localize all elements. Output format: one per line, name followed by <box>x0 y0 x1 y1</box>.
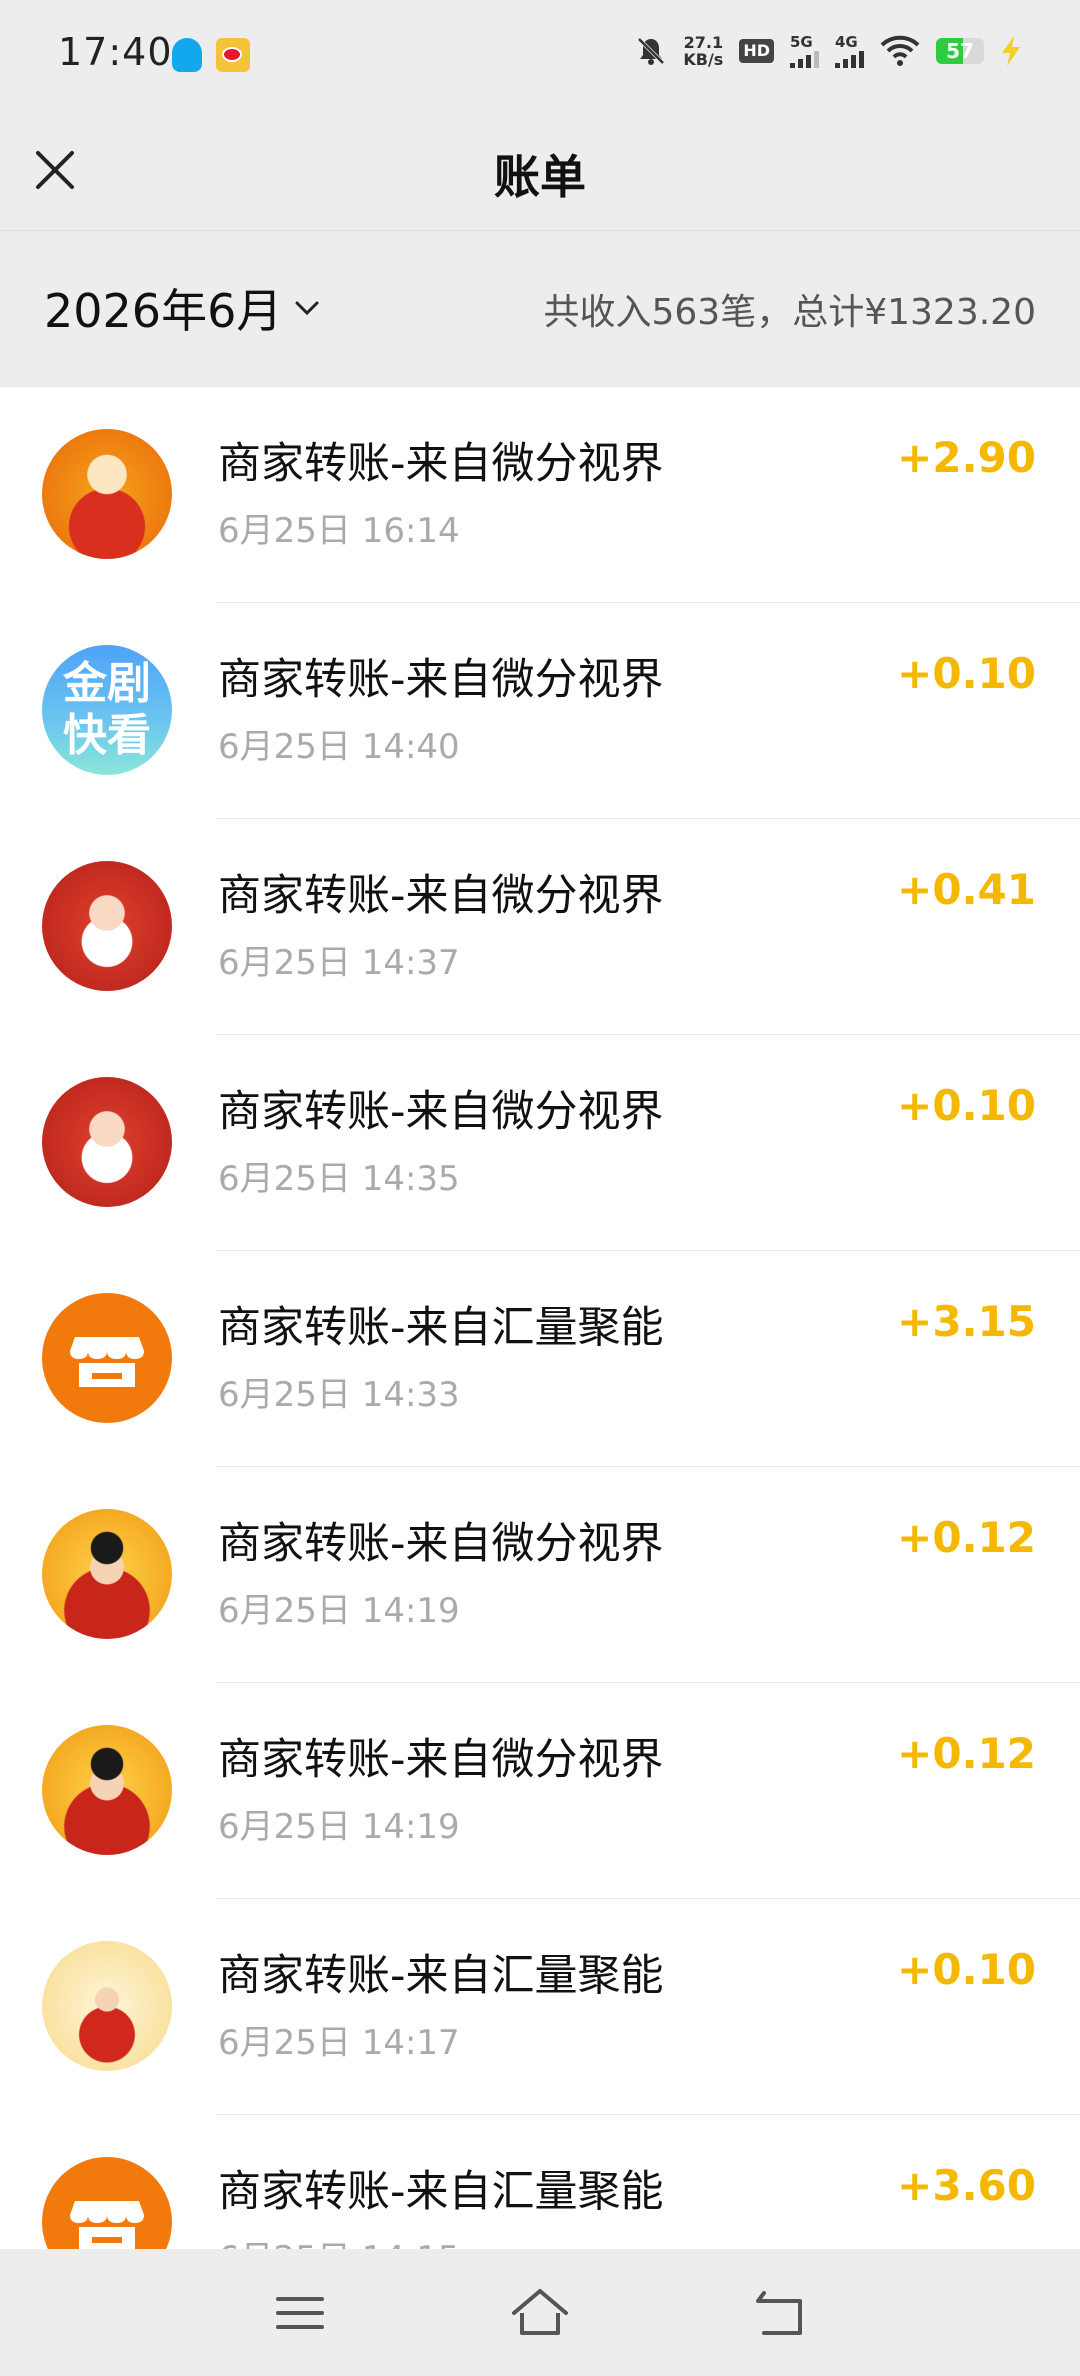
transaction-item[interactable]: 商家转账-来自微分视界 6月25日 14:19 +0.12 <box>0 1467 1080 1683</box>
transaction-title: 商家转账-来自汇量聚能 <box>218 1951 664 2001</box>
transaction-time: 6月25日 14:17 <box>218 2023 460 2063</box>
signal-4g: 4G <box>835 32 864 68</box>
avatar-text: 快看 <box>63 710 151 761</box>
system-nav-bar <box>0 2249 1080 2376</box>
shop-icon <box>42 1293 172 1423</box>
old-man-avatar <box>42 861 172 991</box>
caishen-light-avatar <box>42 1941 172 2071</box>
back-icon[interactable] <box>750 2283 810 2343</box>
transaction-title: 商家转账-来自微分视界 <box>218 1735 664 1785</box>
god-of-wealth-avatar <box>42 429 172 559</box>
transaction-amount: +2.90 <box>897 433 1036 482</box>
battery-level: 57 <box>946 39 974 63</box>
transaction-time: 6月25日 14:40 <box>218 727 460 767</box>
hd-badge: HD <box>739 39 774 63</box>
month-label: 2026年6月 <box>44 284 283 338</box>
signal-bars-icon <box>835 50 864 68</box>
caishen-avatar <box>42 1509 172 1639</box>
transaction-title: 商家转账-来自汇量聚能 <box>218 1303 664 1353</box>
weibo-icon <box>216 38 250 72</box>
signal-bars-icon <box>790 50 819 68</box>
qq-icon <box>172 38 202 72</box>
transaction-item[interactable]: 商家转账-来自微分视界 6月25日 14:35 +0.10 <box>0 1035 1080 1251</box>
transaction-amount: +0.41 <box>897 865 1036 914</box>
transaction-item[interactable]: 商家转账-来自微分视界 6月25日 14:19 +0.12 <box>0 1683 1080 1899</box>
transaction-time: 6月25日 14:19 <box>218 1807 460 1847</box>
chevron-down-icon <box>295 301 319 316</box>
status-time: 17:40 <box>58 30 173 74</box>
avatar-text: 金剧 <box>63 658 151 709</box>
signal-5g: 5G <box>790 32 819 68</box>
transaction-time: 6月25日 14:35 <box>218 1159 460 1199</box>
charging-bolt-icon <box>1002 36 1020 66</box>
mute-icon <box>637 37 665 65</box>
home-icon[interactable] <box>510 2283 570 2343</box>
battery-icon: 57 <box>936 38 984 64</box>
transaction-amount: +3.15 <box>897 1297 1036 1346</box>
page-title: 账单 <box>494 150 586 204</box>
net-speed-value: 27.1 <box>683 33 724 52</box>
transaction-amount: +3.60 <box>897 2161 1036 2210</box>
transaction-time: 6月25日 14:19 <box>218 1591 460 1631</box>
transaction-title: 商家转账-来自微分视界 <box>218 871 664 921</box>
transaction-time: 6月25日 14:33 <box>218 1375 460 1415</box>
transaction-amount: +0.10 <box>897 1081 1036 1130</box>
signal-4g-label: 4G <box>835 32 858 51</box>
month-picker[interactable]: 2026年6月 <box>44 275 322 341</box>
transaction-title: 商家转账-来自汇量聚能 <box>218 2167 664 2217</box>
transaction-amount: +0.12 <box>897 1729 1036 1778</box>
transaction-time: 6月25日 16:14 <box>218 511 460 551</box>
transaction-list: 商家转账-来自微分视界 6月25日 16:14 +2.90 金剧 快看 商家转账… <box>0 387 1080 2249</box>
title-bar: 账单 <box>0 115 1080 231</box>
transaction-title: 商家转账-来自微分视界 <box>218 655 664 705</box>
transaction-item[interactable]: 商家转账-来自微分视界 6月25日 14:37 +0.41 <box>0 819 1080 1035</box>
menu-icon[interactable] <box>270 2283 330 2343</box>
transaction-amount: +0.12 <box>897 1513 1036 1562</box>
jin-ju-kuai-kan-avatar: 金剧 快看 <box>42 645 172 775</box>
transaction-item[interactable]: 商家转账-来自汇量聚能 6月25日 14:17 +0.10 <box>0 1899 1080 2115</box>
summary-row: 2026年6月 共收入563笔，总计¥1323.20 <box>0 231 1080 387</box>
transaction-title: 商家转账-来自微分视界 <box>218 1087 664 1137</box>
status-bar: 17:40 27.1 KB/s HD 5G 4G 57 <box>0 0 1080 115</box>
transaction-item[interactable]: 商家转账-来自微分视界 6月25日 16:14 +2.90 <box>0 387 1080 603</box>
shop-icon <box>42 2157 172 2249</box>
caishen-avatar <box>42 1725 172 1855</box>
income-summary: 共收入563笔，总计¥1323.20 <box>543 292 1037 333</box>
transaction-time: 6月25日 14:37 <box>218 943 460 983</box>
wifi-icon <box>880 35 920 66</box>
signal-5g-label: 5G <box>790 32 813 51</box>
transaction-title: 商家转账-来自微分视界 <box>218 1519 664 1569</box>
transaction-item[interactable]: 金剧 快看 商家转账-来自微分视界 6月25日 14:40 +0.10 <box>0 603 1080 819</box>
transaction-amount: +0.10 <box>897 649 1036 698</box>
transaction-title: 商家转账-来自微分视界 <box>218 439 664 489</box>
net-speed: 27.1 KB/s <box>683 34 723 68</box>
old-man-avatar <box>42 1077 172 1207</box>
transaction-item[interactable]: 商家转账-来自汇量聚能 6月25日 14:33 +3.15 <box>0 1251 1080 1467</box>
transaction-item[interactable]: 商家转账-来自汇量聚能 6月25日 14:15 +3.60 <box>0 2115 1080 2249</box>
transaction-amount: +0.10 <box>897 1945 1036 1994</box>
transaction-time: 6月25日 14:15 <box>218 2231 460 2249</box>
net-speed-unit: KB/s <box>683 50 724 69</box>
